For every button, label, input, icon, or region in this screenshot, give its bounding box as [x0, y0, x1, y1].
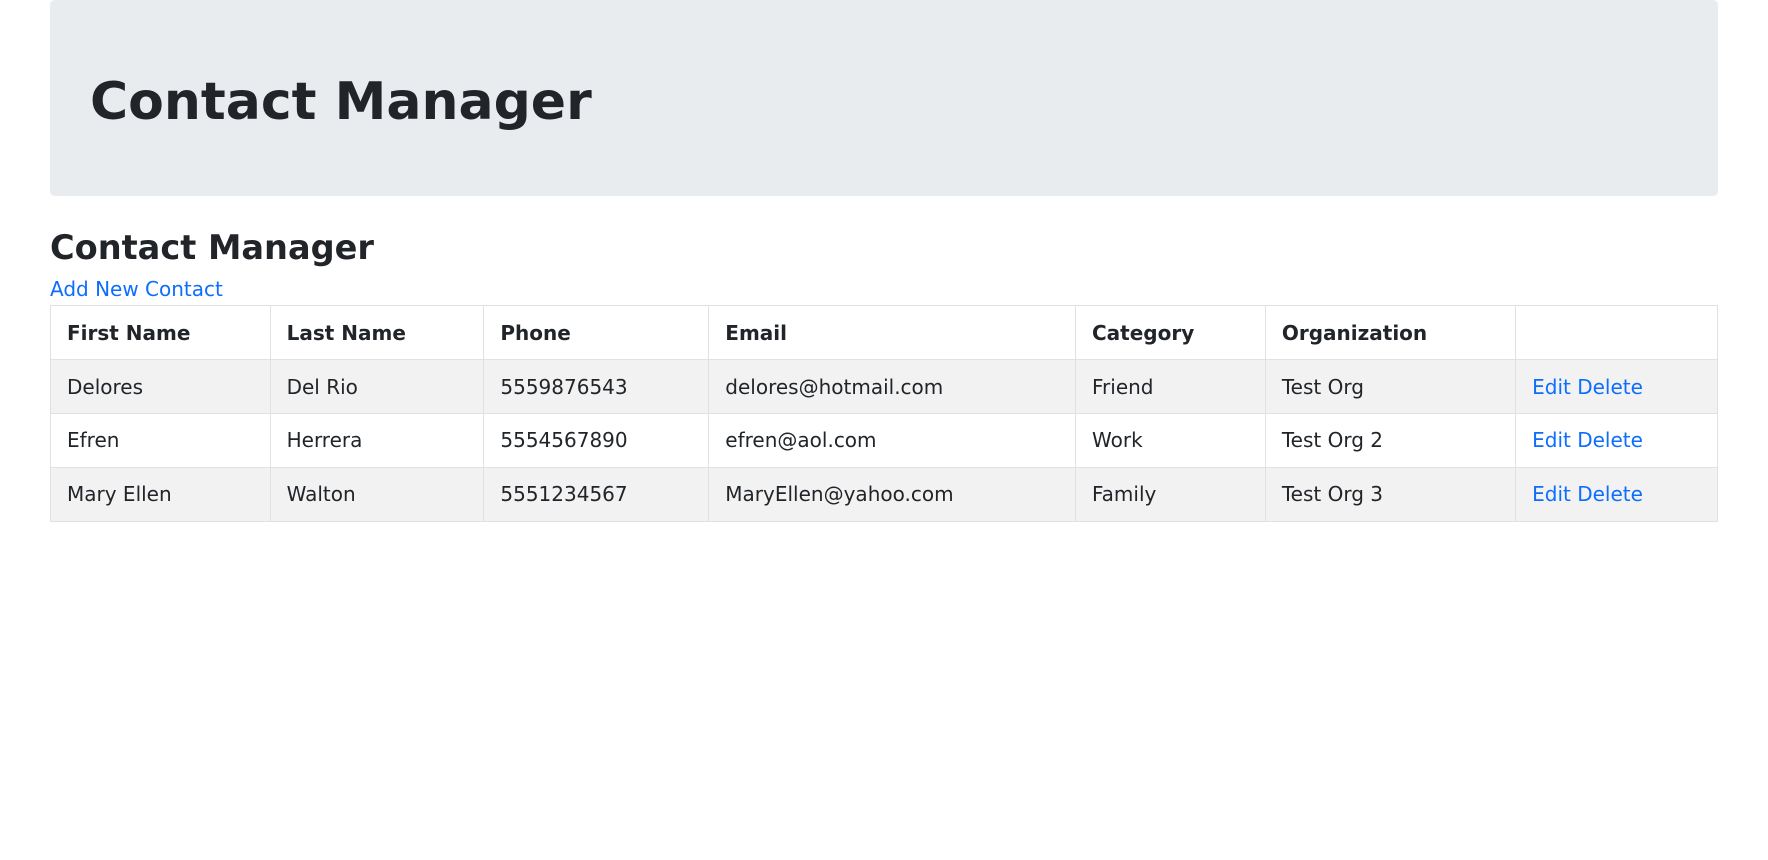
col-category: Category — [1076, 306, 1266, 360]
cell-actions: Edit Delete — [1516, 413, 1718, 467]
edit-link[interactable]: Edit — [1532, 375, 1571, 399]
col-phone: Phone — [484, 306, 709, 360]
cell-last-name: Walton — [270, 467, 484, 521]
table-header-row: First Name Last Name Phone Email Categor… — [51, 306, 1718, 360]
cell-last-name: Herrera — [270, 413, 484, 467]
cell-organization: Test Org — [1265, 360, 1515, 414]
cell-actions: Edit Delete — [1516, 467, 1718, 521]
add-new-contact-link[interactable]: Add New Contact — [50, 277, 223, 301]
banner: Contact Manager — [50, 0, 1718, 196]
contacts-table: First Name Last Name Phone Email Categor… — [50, 305, 1718, 521]
col-organization: Organization — [1265, 306, 1515, 360]
table-row: DeloresDel Rio5559876543delores@hotmail.… — [51, 360, 1718, 414]
col-last-name: Last Name — [270, 306, 484, 360]
page-heading: Contact Manager — [50, 228, 1718, 267]
col-first-name: First Name — [51, 306, 271, 360]
edit-link[interactable]: Edit — [1532, 482, 1571, 506]
cell-first-name: Delores — [51, 360, 271, 414]
cell-phone: 5554567890 — [484, 413, 709, 467]
cell-email: delores@hotmail.com — [709, 360, 1076, 414]
cell-phone: 5551234567 — [484, 467, 709, 521]
cell-last-name: Del Rio — [270, 360, 484, 414]
table-row: Mary EllenWalton5551234567MaryEllen@yaho… — [51, 467, 1718, 521]
cell-email: MaryEllen@yahoo.com — [709, 467, 1076, 521]
main-content: Contact Manager Add New Contact First Na… — [50, 228, 1718, 522]
cell-phone: 5559876543 — [484, 360, 709, 414]
cell-actions: Edit Delete — [1516, 360, 1718, 414]
delete-link[interactable]: Delete — [1577, 375, 1643, 399]
col-actions — [1516, 306, 1718, 360]
cell-first-name: Mary Ellen — [51, 467, 271, 521]
delete-link[interactable]: Delete — [1577, 482, 1643, 506]
cell-category: Work — [1076, 413, 1266, 467]
edit-link[interactable]: Edit — [1532, 428, 1571, 452]
cell-first-name: Efren — [51, 413, 271, 467]
cell-category: Friend — [1076, 360, 1266, 414]
banner-title: Contact Manager — [90, 72, 1678, 132]
cell-organization: Test Org 2 — [1265, 413, 1515, 467]
cell-category: Family — [1076, 467, 1266, 521]
cell-organization: Test Org 3 — [1265, 467, 1515, 521]
table-row: EfrenHerrera5554567890efren@aol.comWorkT… — [51, 413, 1718, 467]
cell-email: efren@aol.com — [709, 413, 1076, 467]
col-email: Email — [709, 306, 1076, 360]
delete-link[interactable]: Delete — [1577, 428, 1643, 452]
